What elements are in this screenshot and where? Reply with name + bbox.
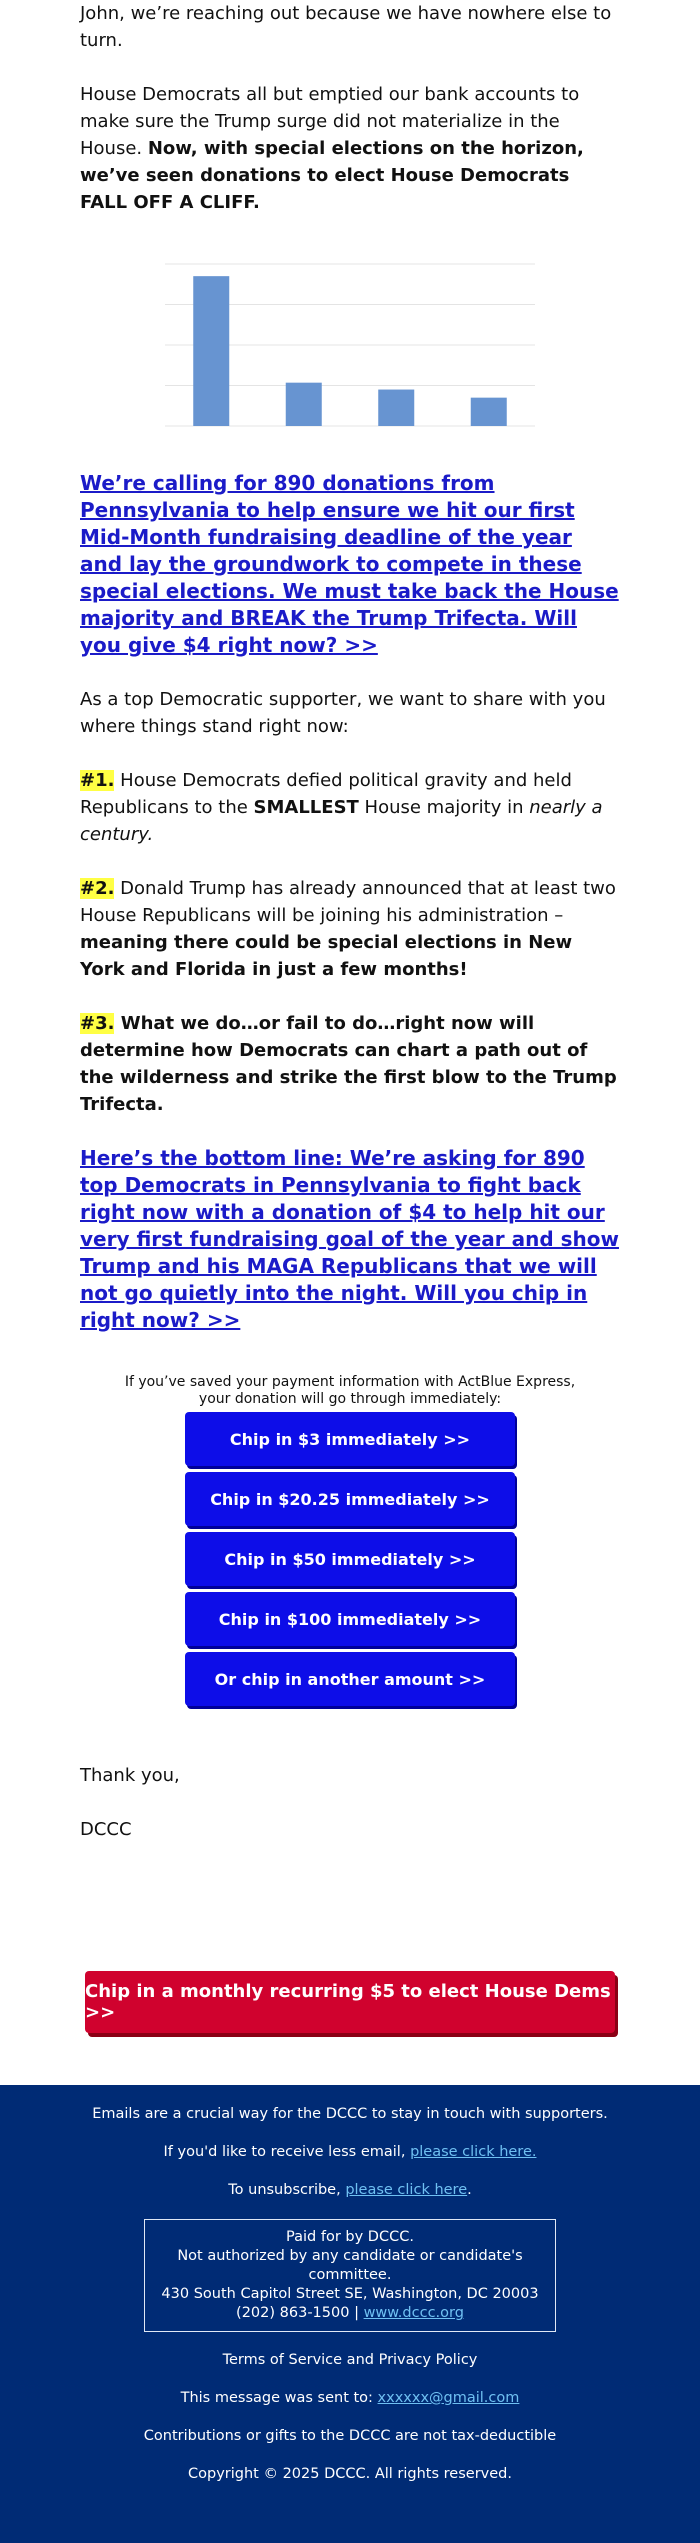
express-donate-buttons: Chip in $3 immediately >> Chip in $20.25… bbox=[0, 1412, 700, 1712]
less-email-text: If you'd like to receive less email, bbox=[163, 2144, 411, 2160]
item-bold-text: What we do…or fail to do…right now will … bbox=[80, 1013, 617, 1115]
chip-in-20-25-button[interactable]: Chip in $20.25 immediately >> bbox=[185, 1472, 515, 1526]
phone-text: (202) 863-1500 | bbox=[236, 2305, 364, 2321]
address-text: 430 South Capitol Street SE, Washington,… bbox=[161, 2286, 539, 2302]
sent-to-line: This message was sent to: xxxxxx@gmail.c… bbox=[0, 2389, 700, 2408]
paid-for-disclaimer-box: Paid for by DCCC. Not authorized by any … bbox=[144, 2219, 556, 2332]
status-item-1: #1. House Democrats defied political gra… bbox=[80, 767, 620, 848]
status-item-2: #2. Donald Trump has already announced t… bbox=[80, 875, 620, 983]
donations-chart-container bbox=[0, 254, 700, 434]
paid-for-text: Paid for by DCCC. bbox=[286, 2229, 414, 2245]
item-text: House majority in bbox=[358, 797, 530, 818]
thanks-text: Thank you, bbox=[80, 1765, 180, 1786]
chip-in-50-button[interactable]: Chip in $50 immediately >> bbox=[185, 1532, 515, 1586]
recipient-email-link[interactable]: xxxxxx@gmail.com bbox=[378, 2390, 520, 2406]
chart-bar-2 bbox=[285, 382, 322, 426]
express-note-line-2: your donation will go through immediatel… bbox=[198, 1391, 502, 1407]
chip-in-3-button[interactable]: Chip in $3 immediately >> bbox=[185, 1412, 515, 1466]
item-number-badge: #1. bbox=[80, 770, 115, 791]
item-number-badge: #3. bbox=[80, 1013, 115, 1034]
status-lead: As a top Democratic supporter, we want t… bbox=[80, 689, 606, 737]
less-email-line: If you'd like to receive less email, ple… bbox=[0, 2143, 700, 2162]
not-authorized-text: Not authorized by any candidate or candi… bbox=[177, 2248, 523, 2283]
actblue-express-note: If you’ve saved your payment information… bbox=[0, 1374, 700, 1408]
greeting-line: John, we’re reaching out because we have… bbox=[80, 3, 612, 51]
donate-link-2[interactable]: Here’s the bottom line: We’re asking for… bbox=[80, 1145, 620, 1334]
item-bold-text: SMALLEST bbox=[253, 797, 359, 818]
intro-paragraph: House Democrats all but emptied our bank… bbox=[80, 81, 620, 216]
item-text: Donald Trump has already announced that … bbox=[80, 878, 616, 926]
item-number-badge: #2. bbox=[80, 878, 115, 899]
signoff: Thank you, DCCC bbox=[0, 1762, 700, 1843]
unsubscribe-line: To unsubscribe, please click here. bbox=[0, 2181, 700, 2200]
intro-bold-text: Now, with special elections on the horiz… bbox=[80, 138, 584, 213]
tax-disclaimer: Contributions or gifts to the DCCC are n… bbox=[143, 2428, 557, 2444]
donate-link-1[interactable]: We’re calling for 890 donations from Pen… bbox=[80, 470, 620, 659]
chart-bar-4 bbox=[470, 397, 507, 426]
footer: Emails are a crucial way for the DCCC to… bbox=[0, 2085, 700, 2543]
unsubscribe-period: . bbox=[467, 2182, 472, 2198]
express-note-line-1: If you’ve saved your payment information… bbox=[124, 1374, 576, 1390]
chip-in-100-button[interactable]: Chip in $100 immediately >> bbox=[185, 1592, 515, 1646]
website-link[interactable]: www.dccc.org bbox=[364, 2305, 464, 2321]
copyright: Copyright © 2025 DCCC. All rights reserv… bbox=[188, 2466, 512, 2482]
status-item-3: #3. What we do…or fail to do…right now w… bbox=[80, 1010, 620, 1118]
unsubscribe-text: To unsubscribe, bbox=[228, 2182, 346, 2198]
monthly-recurring-button[interactable]: Chip in a monthly recurring $5 to elect … bbox=[85, 1971, 615, 2033]
sent-to-text: This message was sent to: bbox=[180, 2390, 378, 2406]
less-email-link[interactable]: please click here. bbox=[410, 2144, 536, 2160]
item-bold-text: meaning there could be special elections… bbox=[80, 932, 573, 980]
terms-text: Terms of Service and Privacy Policy bbox=[222, 2352, 478, 2368]
chip-in-other-amount-button[interactable]: Or chip in another amount >> bbox=[185, 1652, 515, 1706]
donations-bar-chart bbox=[165, 263, 535, 427]
chart-bar-3 bbox=[378, 389, 415, 426]
signature: DCCC bbox=[80, 1819, 132, 1840]
chart-bar-1 bbox=[193, 276, 230, 426]
contact-line: (202) 863-1500 | www.dccc.org bbox=[145, 2304, 555, 2323]
email-body: John, we’re reaching out because we have… bbox=[0, 0, 700, 216]
unsubscribe-link[interactable]: please click here bbox=[345, 2182, 467, 2198]
footer-intro: Emails are a crucial way for the DCCC to… bbox=[92, 2106, 608, 2122]
